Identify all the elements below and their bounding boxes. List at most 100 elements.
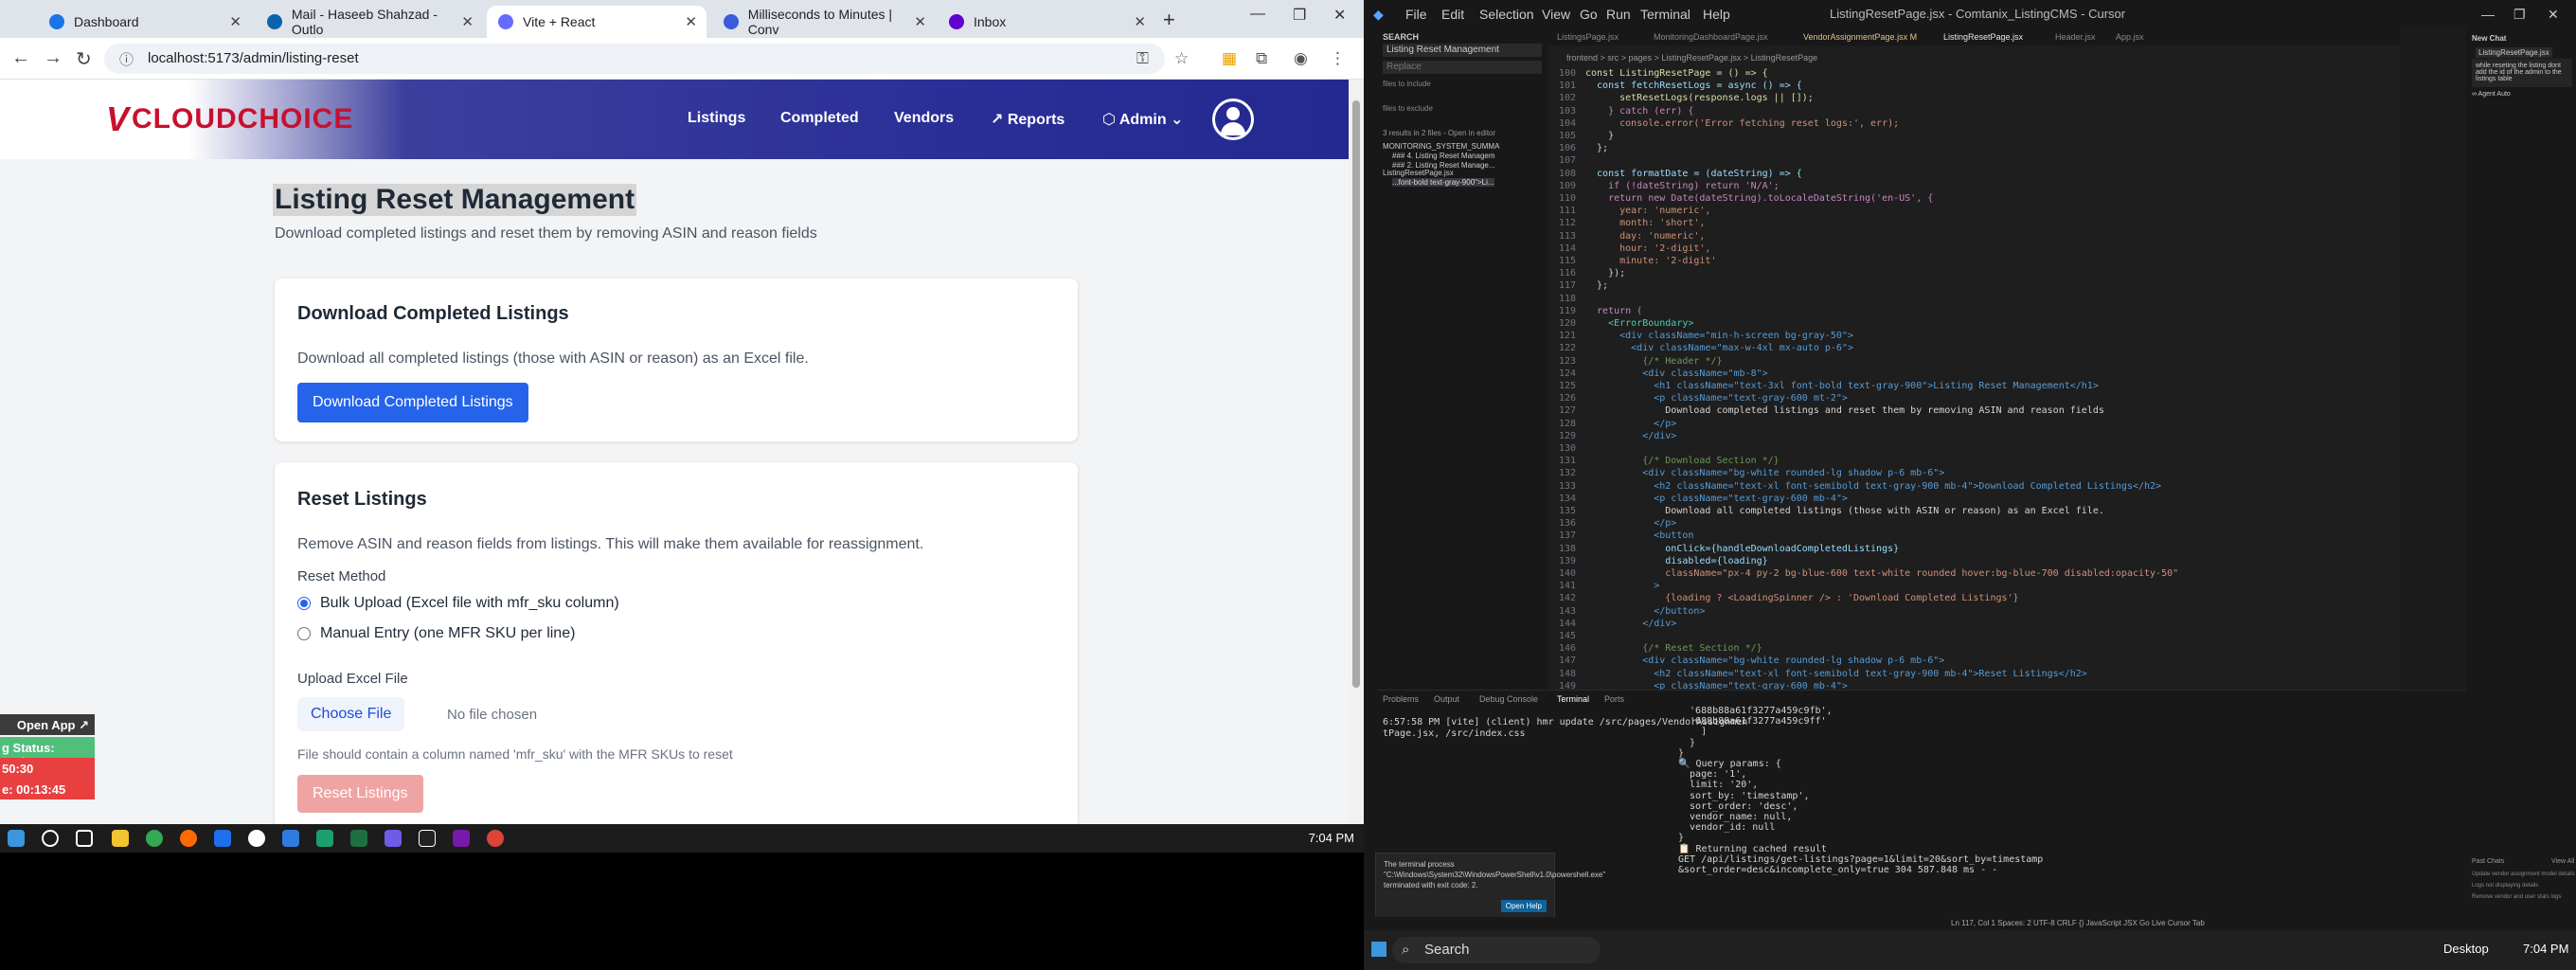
site-info-icon[interactable]: ⓘ bbox=[119, 49, 134, 69]
code-line[interactable]: month: 'short', bbox=[1585, 218, 1705, 228]
code-line[interactable]: const fetchResetLogs = async () => { bbox=[1585, 81, 1802, 91]
tab-mail[interactable]: Mail - Haseeb Shahzad - Outlo ✕ bbox=[256, 6, 483, 38]
code-line[interactable]: }; bbox=[1585, 143, 1608, 153]
page-scrollbar[interactable] bbox=[1349, 80, 1364, 824]
code-line[interactable]: <ErrorBoundary> bbox=[1585, 318, 1693, 329]
code-line[interactable]: if (!dateString) return 'N/A'; bbox=[1585, 181, 1780, 191]
files-exclude-input[interactable]: files to exclude bbox=[1383, 104, 1433, 113]
restore-icon[interactable]: ❐ bbox=[1293, 6, 1306, 25]
close-icon[interactable]: ✕ bbox=[914, 13, 926, 30]
radio-unchecked-icon[interactable] bbox=[297, 627, 311, 640]
code-line[interactable]: <h1 className="text-3xl font-bold text-g… bbox=[1585, 381, 2099, 391]
panel-tab-terminal[interactable]: Terminal bbox=[1557, 694, 1589, 704]
tab-vite-react[interactable]: Vite + React ✕ bbox=[487, 6, 707, 38]
nav-vendors[interactable]: Vendors bbox=[894, 110, 954, 127]
code-line[interactable]: </p> bbox=[1585, 518, 1676, 529]
code-line[interactable]: return new Date(dateString).toLocaleDate… bbox=[1585, 193, 1933, 204]
app-icon[interactable] bbox=[248, 830, 265, 847]
search-input[interactable]: Listing Reset Management bbox=[1383, 44, 1542, 57]
code-line[interactable]: <div className="max-w-4xl mx-auto p-6"> bbox=[1585, 343, 1853, 353]
download-completed-button[interactable]: Download Completed Listings bbox=[297, 383, 528, 422]
menu-terminal[interactable]: Terminal bbox=[1640, 7, 1690, 22]
code-line[interactable]: </p> bbox=[1585, 419, 1676, 429]
result-match-1[interactable]: ### 4. Listing Reset Managem bbox=[1392, 152, 1495, 160]
status-info[interactable]: Ln 117, Col 1 Spaces: 2 UTF-8 CRLF {} Ja… bbox=[1951, 919, 2205, 927]
code-line[interactable]: console.error('Error fetching reset logs… bbox=[1585, 118, 1899, 129]
cloudchoice-logo[interactable]: V CLOUD CHOICE bbox=[106, 99, 353, 138]
radio-bulk-upload[interactable]: Bulk Upload (Excel file with mfr_sku col… bbox=[297, 595, 619, 612]
app-icon[interactable] bbox=[316, 830, 333, 847]
code-line[interactable]: <p className="text-gray-600 mt-2"> bbox=[1585, 393, 1848, 404]
code-line[interactable]: {loading ? <LoadingSpinner /> : 'Downloa… bbox=[1585, 593, 2018, 603]
replace-input[interactable]: Replace bbox=[1383, 61, 1542, 74]
code-line[interactable]: <h2 className="text-xl font-semibold tex… bbox=[1585, 669, 2087, 679]
minimize-icon[interactable]: — bbox=[1250, 6, 1265, 23]
chat-context-file[interactable]: ListingResetPage.jsx bbox=[2476, 47, 2552, 58]
code-line[interactable]: hour: '2-digit', bbox=[1585, 243, 1710, 254]
code-line[interactable]: }); bbox=[1585, 268, 1625, 278]
code-line[interactable]: disabled={loading} bbox=[1585, 556, 1767, 566]
menu-dots-icon[interactable]: ⋮ bbox=[1330, 49, 1346, 68]
file-explorer-icon[interactable] bbox=[112, 830, 129, 847]
user-avatar-icon[interactable] bbox=[1212, 99, 1254, 140]
cursor-icon[interactable] bbox=[419, 830, 436, 847]
code-line[interactable]: <div className="bg-white rounded-lg shad… bbox=[1585, 656, 1944, 666]
code-line[interactable]: day: 'numeric', bbox=[1585, 231, 1705, 242]
code-line[interactable]: </div> bbox=[1585, 619, 1676, 629]
editor-tab[interactable]: App.jsx bbox=[2116, 32, 2144, 42]
code-line[interactable]: {/* Download Section */} bbox=[1585, 456, 1780, 466]
reload-icon[interactable]: ↻ bbox=[76, 47, 92, 71]
reset-listings-button[interactable]: Reset Listings bbox=[297, 775, 423, 813]
chrome-alt-icon[interactable] bbox=[487, 830, 504, 847]
code-line[interactable]: </div> bbox=[1585, 431, 1676, 441]
view-all-link[interactable]: View All bbox=[2551, 858, 2574, 865]
code-line[interactable]: year: 'numeric', bbox=[1585, 206, 1710, 216]
agent-mode-select[interactable]: ∞ Agent Auto bbox=[2472, 91, 2511, 98]
code-line[interactable]: minute: '2-digit' bbox=[1585, 256, 1716, 266]
nav-admin[interactable]: ⬡ Admin ⌄ bbox=[1102, 110, 1183, 129]
code-line[interactable]: } catch (err) { bbox=[1585, 106, 1693, 117]
code-line[interactable]: Download completed listings and reset th… bbox=[1585, 405, 2104, 416]
code-editor[interactable]: ListingsPage.jsx MonitoringDashboardPage… bbox=[1547, 27, 2400, 692]
nav-listings[interactable]: Listings bbox=[688, 110, 745, 127]
minimize-icon[interactable]: — bbox=[2481, 7, 2495, 22]
panel-tab-ports[interactable]: Ports bbox=[1604, 694, 1624, 704]
excel-icon[interactable] bbox=[350, 830, 367, 847]
search-icon[interactable] bbox=[42, 830, 59, 847]
editor-tab-active[interactable]: ListingResetPage.jsx bbox=[1943, 32, 2023, 42]
result-match-3[interactable]: ...font-bold text-gray-900">Li... bbox=[1392, 178, 1494, 187]
editor-tab[interactable]: Header.jsx bbox=[2055, 32, 2096, 42]
code-line[interactable]: </button> bbox=[1585, 606, 1705, 617]
code-line[interactable]: Download all completed listings (those w… bbox=[1585, 506, 2104, 516]
app-icon[interactable] bbox=[214, 830, 231, 847]
close-window-icon[interactable]: ✕ bbox=[2548, 7, 2559, 23]
menu-view[interactable]: View bbox=[1542, 7, 1570, 22]
past-chat-item[interactable]: Logs not displaying details bbox=[2472, 883, 2538, 889]
extensions-puzzle-icon[interactable]: ⧉ bbox=[1256, 49, 1267, 68]
open-help-button[interactable]: Open Help bbox=[1500, 900, 1547, 912]
tab-dashboard[interactable]: Dashboard ✕ bbox=[38, 6, 251, 38]
app-icon[interactable] bbox=[282, 830, 299, 847]
panel-tab-output[interactable]: Output bbox=[1434, 694, 1459, 704]
back-icon[interactable]: ← bbox=[11, 47, 30, 69]
bookmark-star-icon[interactable]: ☆ bbox=[1174, 49, 1189, 68]
code-line[interactable]: <h2 className="text-xl font-semibold tex… bbox=[1585, 481, 2161, 492]
nav-completed[interactable]: Completed bbox=[780, 110, 859, 127]
code-line[interactable]: <div className="min-h-screen bg-gray-50"… bbox=[1585, 331, 1853, 341]
code-line[interactable]: return ( bbox=[1585, 306, 1642, 316]
close-icon[interactable]: ✕ bbox=[229, 13, 242, 30]
code-line[interactable]: > bbox=[1585, 581, 1659, 591]
breadcrumb[interactable]: frontend > src > pages > ListingResetPag… bbox=[1566, 53, 1817, 63]
code-line[interactable]: <p className="text-gray-600 mb-4"> bbox=[1585, 494, 1848, 504]
code-line[interactable]: onClick={handleDownloadCompletedListings… bbox=[1585, 544, 1899, 554]
menu-edit[interactable]: Edit bbox=[1441, 7, 1464, 22]
editor-tab[interactable]: MonitoringDashboardPage.jsx bbox=[1654, 32, 1768, 42]
tab-inbox[interactable]: Inbox ✕ bbox=[938, 6, 1155, 38]
search-results-summary[interactable]: 3 results in 2 files - Open in editor bbox=[1383, 129, 1495, 137]
chat-input[interactable]: while reseting the listing dont add the … bbox=[2472, 59, 2572, 87]
scrollbar-thumb[interactable] bbox=[1352, 100, 1360, 688]
panel-tab-problems[interactable]: Problems bbox=[1383, 694, 1419, 704]
past-chat-item[interactable]: Update vendor assignment model details bbox=[2472, 871, 2575, 877]
close-window-icon[interactable]: ✕ bbox=[1333, 6, 1346, 25]
tab-ms-to-min[interactable]: Milliseconds to Minutes | Conv ✕ bbox=[712, 6, 936, 38]
